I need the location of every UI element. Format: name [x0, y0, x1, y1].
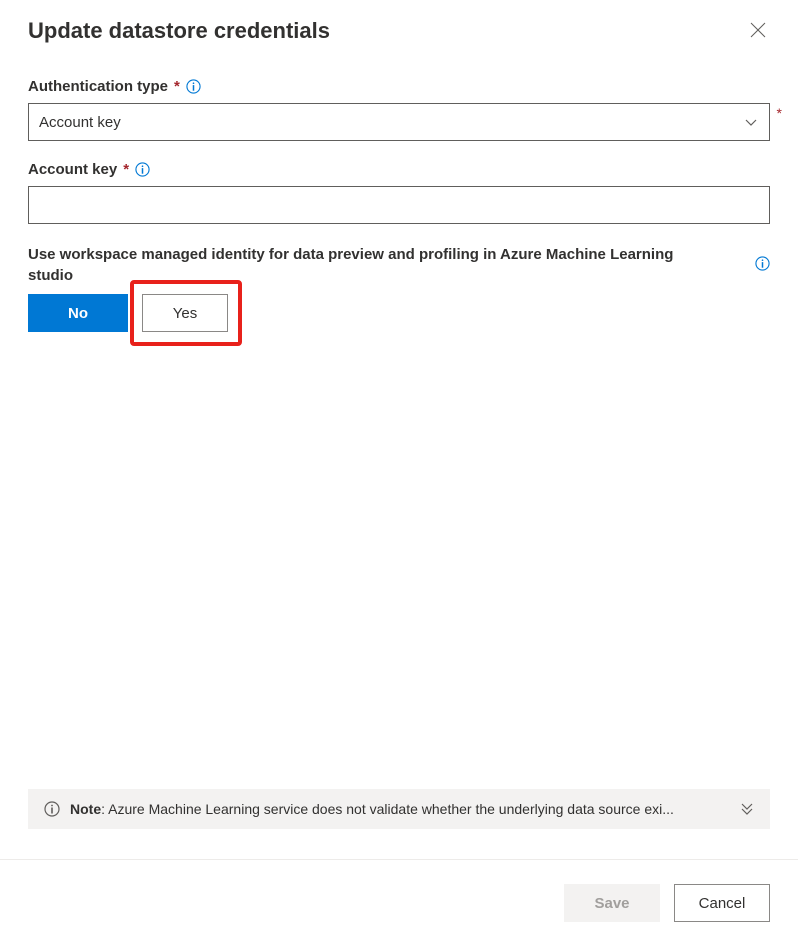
authentication-type-select[interactable]: Account key — [28, 103, 770, 141]
managed-identity-no-button[interactable]: No — [28, 294, 128, 332]
managed-identity-label: Use workspace managed identity for data … — [28, 244, 708, 286]
info-icon[interactable] — [135, 162, 150, 177]
footer-actions: Save Cancel — [28, 884, 770, 950]
managed-identity-field: Use workspace managed identity for data … — [28, 244, 770, 332]
dialog-title: Update datastore credentials — [28, 18, 330, 44]
dialog-header: Update datastore credentials — [28, 18, 770, 44]
save-button-label: Save — [594, 895, 629, 912]
note-bar: Note: Azure Machine Learning service doe… — [28, 789, 770, 829]
chevron-down-icon — [745, 114, 757, 131]
info-icon[interactable] — [186, 79, 201, 94]
update-credentials-dialog: Update datastore credentials Authenticat… — [0, 0, 798, 950]
note-text: Note: Azure Machine Learning service doe… — [70, 801, 730, 817]
account-key-label-row: Account key * — [28, 161, 770, 178]
info-icon[interactable] — [755, 256, 770, 271]
required-marker: * — [174, 78, 180, 95]
account-key-field: Account key * — [28, 161, 770, 224]
note-body: : Azure Machine Learning service does no… — [101, 801, 674, 817]
required-marker: * — [123, 161, 129, 178]
required-marker-outer: * — [777, 105, 782, 121]
toggle-no-label: No — [68, 305, 88, 322]
managed-identity-yes-button[interactable]: Yes — [142, 294, 228, 332]
authentication-type-value: Account key — [39, 114, 121, 131]
authentication-type-field: Authentication type * Account key * — [28, 78, 770, 141]
account-key-input[interactable] — [28, 186, 770, 224]
cancel-button[interactable]: Cancel — [674, 884, 770, 922]
authentication-type-label: Authentication type — [28, 78, 168, 95]
authentication-type-select-container: Account key * — [28, 103, 770, 141]
note-prefix: Note — [70, 801, 101, 817]
authentication-type-label-row: Authentication type * — [28, 78, 770, 95]
managed-identity-toggle: No Yes — [28, 294, 770, 332]
expand-note-button[interactable] — [740, 802, 754, 816]
toggle-yes-label: Yes — [173, 305, 197, 322]
info-icon — [44, 801, 60, 817]
spacer — [28, 352, 770, 789]
cancel-button-label: Cancel — [699, 895, 746, 912]
account-key-label: Account key — [28, 161, 117, 178]
footer-divider — [0, 859, 798, 860]
close-button[interactable] — [746, 18, 770, 42]
close-icon — [750, 26, 766, 41]
managed-identity-label-row: Use workspace managed identity for data … — [28, 244, 770, 286]
save-button[interactable]: Save — [564, 884, 660, 922]
